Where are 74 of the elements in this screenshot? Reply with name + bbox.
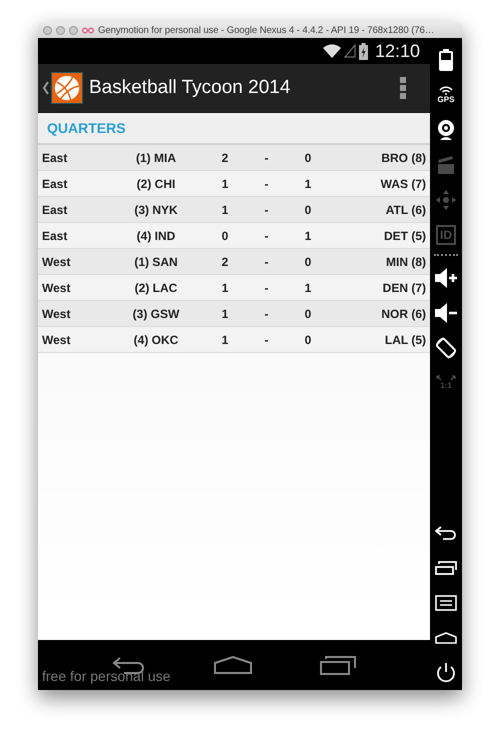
home-icon[interactable] [214,656,252,674]
table-cell-text: East [41,202,68,216]
table-cell-text: 1 [220,202,230,216]
recents-icon[interactable] [320,655,356,675]
table-cell-text: West [41,254,72,268]
table-cell-text: East [41,176,68,190]
table-cell-text: (1) MIA [135,150,177,164]
table-cell-text: - [264,228,270,242]
clock-time: 12:10 [374,40,420,62]
table-cell-text: West [41,280,72,294]
table-cell-text: 0 [304,254,312,268]
gps-button[interactable]: GPS [438,86,454,104]
volume-up-icon[interactable] [434,268,458,288]
signal-icon [344,44,356,58]
table-cell-text: (3) GSW [132,306,180,320]
table-cell-text: (4) OKC [132,332,180,346]
table-cell-text: - [264,280,270,294]
table-cell-text: 0 [220,228,230,242]
table-cell-text: 0 [304,150,312,164]
table-cell-text: - [264,176,270,190]
table-cell-text: - [264,254,270,268]
table-cell-text: 0 [304,306,312,320]
table-cell-text: 1 [220,306,230,320]
table-cell-text: (3) NYK [133,202,179,216]
table-cell-text: (2) CHI [136,176,176,190]
table-cell-text: MIN (8) [385,254,426,268]
caret-icon [41,81,51,95]
table-cell-text: West [41,306,72,320]
table-cell-text: West [41,332,72,346]
table-cell-text: (1) SAN [133,254,179,268]
table-cell-text: 2 [220,254,230,268]
table-cell-text: - [264,332,270,346]
basketball-icon[interactable] [51,72,83,104]
table-cell-text: ATL (6) [384,202,426,216]
table-cell-text: 1 [220,176,230,190]
app-title: Basketball Tycoon 2014 [89,77,292,99]
table-cell-text: 1 [304,280,312,294]
table-cell-text: DEN (7) [382,280,426,294]
overflow-menu-icon[interactable] [400,77,406,99]
table-cell-text: 2 [220,150,230,164]
section-header: QUARTERS [47,120,126,136]
table-cell-text: 0 [304,202,312,216]
table-cell-text: BRO (8) [380,150,426,164]
menu-icon[interactable] [435,594,457,610]
table-cell-text: - [264,202,270,216]
table-cell-text: (4) IND [136,228,176,242]
battery-charging-icon [358,42,368,60]
table-cell-text: 1 [220,332,230,346]
window-title: Genymotion for personal use - Google Nexus 4 - 4.4.2 - API 19 - 768x1280 (76… [98,24,434,36]
table-cell-text: 1 [304,228,312,242]
table-cell-text: NOR (6) [380,306,426,320]
license-label: free for personal use [42,668,170,684]
recents-icon[interactable] [435,560,457,574]
table-cell-text: East [41,228,68,242]
volume-down-icon[interactable] [434,302,458,322]
table-cell-text: - [264,150,270,164]
table-cell-text: WAS (7) [380,176,426,190]
webcam-icon[interactable] [436,118,456,140]
table-cell-text: East [41,150,68,164]
table-cell-text: DET (5) [383,228,426,242]
table-cell-text: 1 [220,280,230,294]
app-logo-icon [82,26,94,34]
table-cell-text: LAL (5) [384,332,426,346]
power-icon[interactable] [435,662,457,684]
table-cell-text: 0 [304,332,312,346]
wifi-icon [322,44,341,58]
back-icon[interactable] [435,526,457,540]
table-cell-text: (2) LAC [134,280,178,294]
table-cell-text: 1 [304,176,312,190]
wifi-icon [439,86,453,94]
fit-arrows-icon [436,375,456,381]
battery-icon[interactable] [439,48,453,70]
table-cell-text: - [264,306,270,320]
rotate-icon[interactable] [434,336,458,360]
